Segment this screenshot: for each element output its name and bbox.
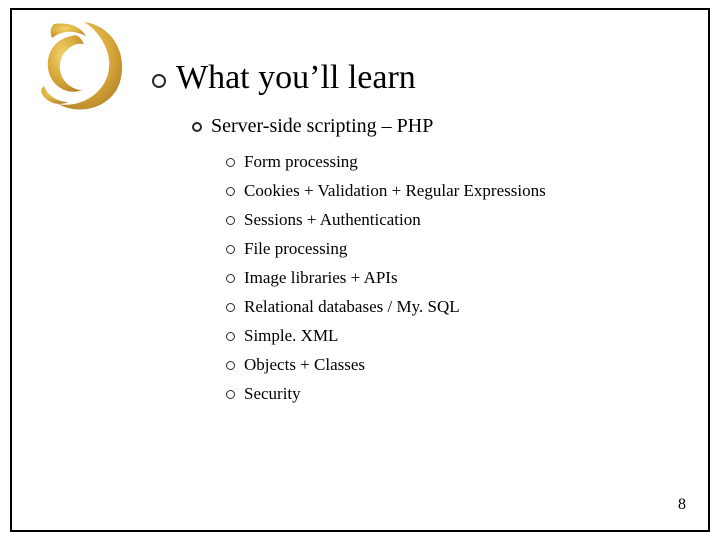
bullet-icon: [226, 274, 235, 283]
bullet-icon: [226, 245, 235, 254]
list-item-text: Simple. XML: [244, 326, 338, 346]
bullet-icon: [226, 332, 235, 341]
pegasus-logo-icon: [24, 16, 134, 116]
list-item: Cookies + Validation + Regular Expressio…: [226, 181, 678, 201]
list-item-text: File processing: [244, 239, 347, 259]
slide-frame: What you’ll learn Server-side scripting …: [10, 8, 710, 532]
heading-row: What you’ll learn: [152, 58, 678, 97]
bullet-icon: [226, 361, 235, 370]
slide-heading: What you’ll learn: [176, 58, 416, 97]
topic-list: Form processing Cookies + Validation + R…: [226, 152, 678, 404]
list-item-text: Sessions + Authentication: [244, 210, 421, 230]
bullet-icon: [226, 158, 235, 167]
bullet-icon: [152, 74, 166, 88]
list-item-text: Cookies + Validation + Regular Expressio…: [244, 181, 546, 201]
list-item: Simple. XML: [226, 326, 678, 346]
bullet-icon: [226, 390, 235, 399]
list-item-text: Objects + Classes: [244, 355, 365, 375]
bullet-icon: [226, 216, 235, 225]
list-item-text: Security: [244, 384, 301, 404]
list-item: Security: [226, 384, 678, 404]
page-number: 8: [678, 496, 686, 514]
list-item-text: Form processing: [244, 152, 358, 172]
list-item-text: Relational databases / My. SQL: [244, 297, 460, 317]
list-item: File processing: [226, 239, 678, 259]
bullet-icon: [226, 187, 235, 196]
list-item: Image libraries + APIs: [226, 268, 678, 288]
slide-content: What you’ll learn Server-side scripting …: [152, 58, 678, 413]
list-item: Sessions + Authentication: [226, 210, 678, 230]
bullet-icon: [192, 122, 202, 132]
subheading-row: Server-side scripting – PHP: [192, 115, 678, 138]
list-item: Objects + Classes: [226, 355, 678, 375]
list-item: Form processing: [226, 152, 678, 172]
list-item: Relational databases / My. SQL: [226, 297, 678, 317]
list-item-text: Image libraries + APIs: [244, 268, 398, 288]
subheading-text: Server-side scripting – PHP: [211, 115, 433, 138]
bullet-icon: [226, 303, 235, 312]
